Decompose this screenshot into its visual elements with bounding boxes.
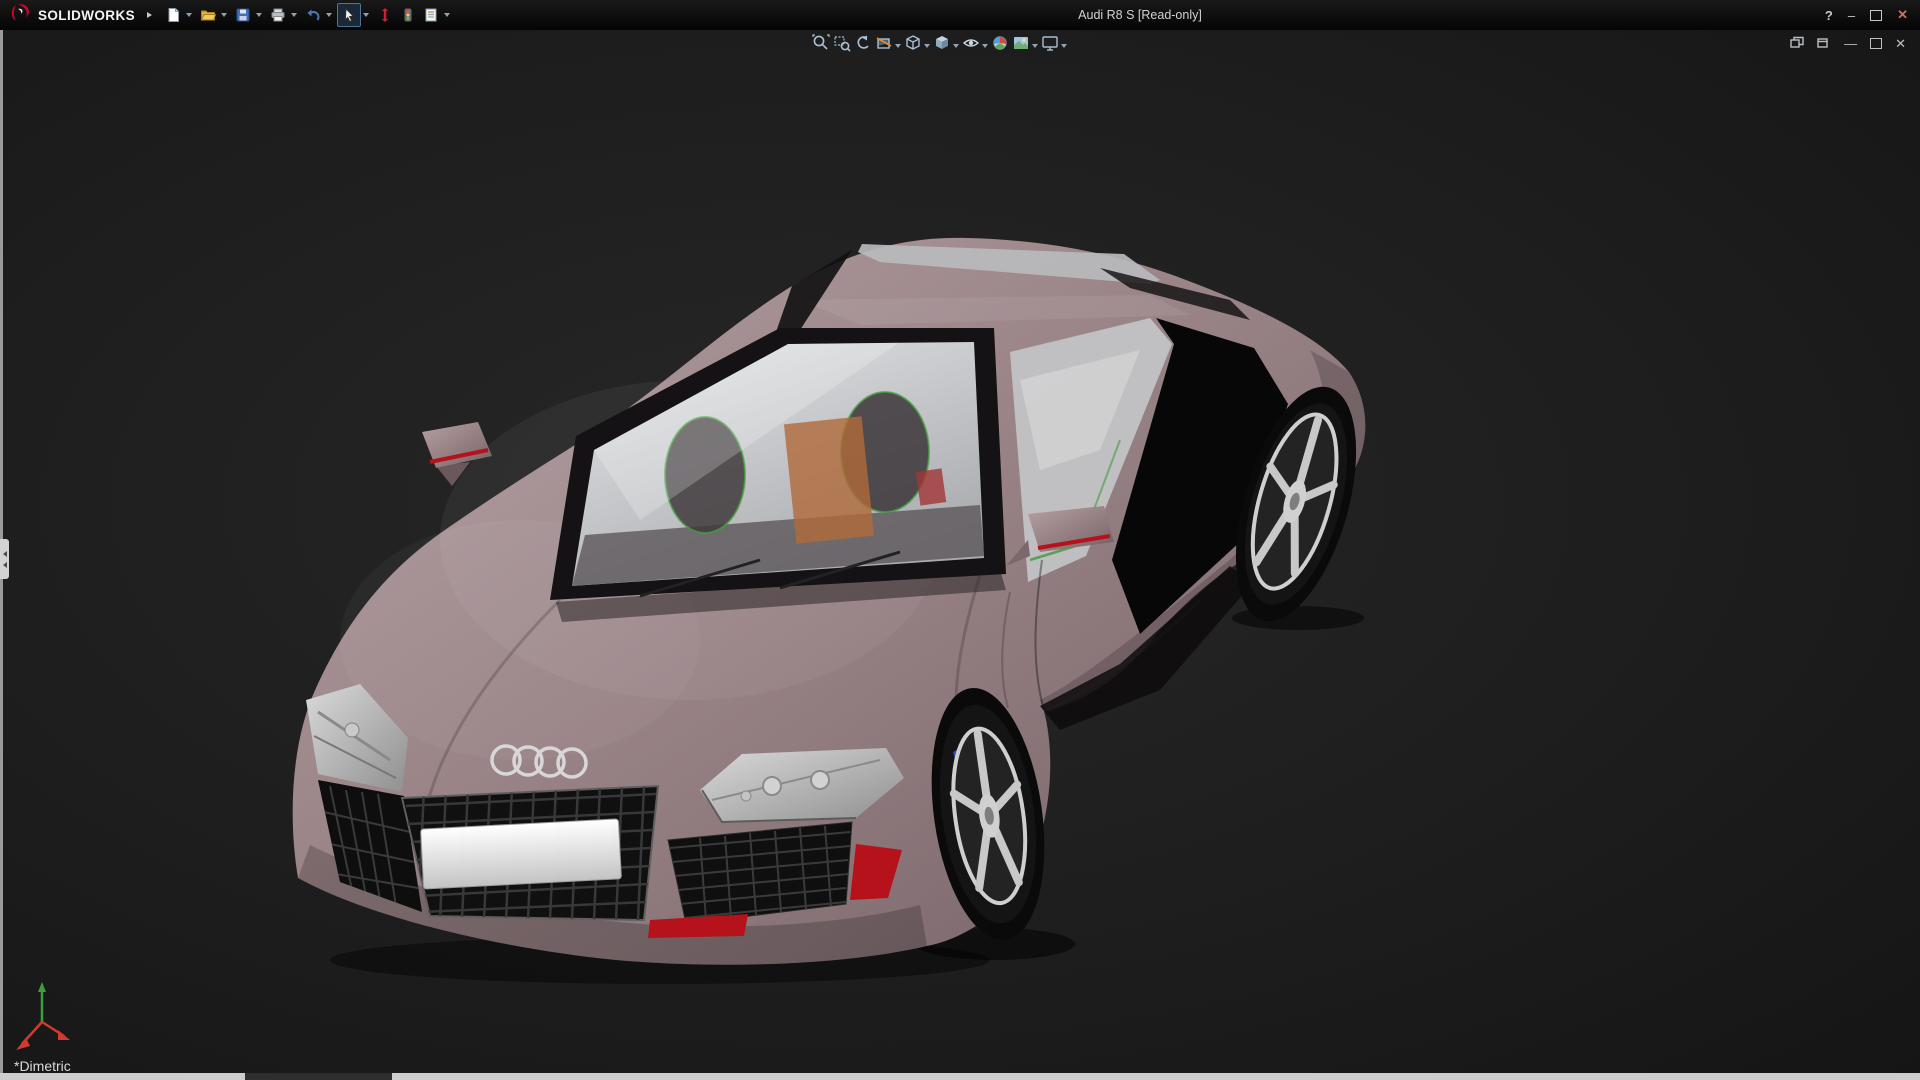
- section-view-icon[interactable]: [875, 34, 893, 57]
- view-settings-icon[interactable]: [1041, 34, 1059, 57]
- solidworks-logo: SOLIDWORKS: [0, 3, 143, 28]
- view-orientation-icon[interactable]: [904, 34, 922, 57]
- display-style-icon[interactable]: [933, 34, 951, 57]
- previous-view-icon[interactable]: [854, 34, 872, 57]
- cascade-windows-icon[interactable]: [1817, 36, 1831, 51]
- apply-scene-icon[interactable]: [1012, 34, 1030, 57]
- file-properties-dropdown-caret[interactable]: [444, 13, 450, 17]
- windshield: [550, 328, 1006, 600]
- save-icon[interactable]: [232, 4, 254, 26]
- front-grille: [402, 786, 658, 920]
- document-window-controls: — ✕: [1790, 36, 1906, 51]
- file-properties-icon[interactable]: [420, 4, 442, 26]
- zoom-to-area-icon[interactable]: [833, 34, 851, 57]
- select-dropdown-caret[interactable]: [363, 13, 369, 17]
- featuremanager-collapsed-tab[interactable]: [0, 539, 9, 579]
- select-icon[interactable]: [337, 3, 361, 27]
- solidworks-wordmark: SOLIDWORKS: [38, 8, 135, 23]
- new-document-icon[interactable]: [162, 4, 184, 26]
- rebuild-icon[interactable]: [397, 4, 419, 26]
- view-orientation-caret[interactable]: [924, 44, 930, 48]
- expand-panel-arrow-icon: [3, 562, 7, 568]
- quick-access-toolbar: [162, 3, 454, 27]
- expand-panel-arrow-icon: [3, 551, 7, 557]
- orientation-triad: [16, 982, 70, 1050]
- taskbar-edge-dark-segment: [245, 1073, 392, 1080]
- document-title: Audi R8 S [Read-only]: [1078, 0, 1202, 30]
- undo-icon[interactable]: [302, 4, 324, 26]
- solidworks-logo-icon: [8, 3, 32, 28]
- model-render: [0, 0, 1920, 1080]
- tile-windows-icon[interactable]: [1790, 36, 1804, 51]
- display-style-caret[interactable]: [953, 44, 959, 48]
- doc-close-button[interactable]: ✕: [1895, 37, 1906, 50]
- license-plate: [421, 819, 622, 889]
- save-dropdown-caret[interactable]: [256, 13, 262, 17]
- headsup-view-toolbar: [812, 34, 1067, 57]
- solidworks-window: SOLIDWORKS: [0, 0, 1920, 1080]
- section-view-caret[interactable]: [895, 44, 901, 48]
- hide-show-items-icon[interactable]: [962, 34, 980, 57]
- new-dropdown-caret[interactable]: [186, 13, 192, 17]
- app-window-controls: ? – ✕: [1825, 0, 1908, 30]
- view-orientation-label: *Dimetric: [14, 1058, 71, 1074]
- help-button[interactable]: ?: [1825, 8, 1833, 23]
- apply-scene-caret[interactable]: [1032, 44, 1038, 48]
- edit-appearance-icon[interactable]: [991, 34, 1009, 57]
- doc-restore-button[interactable]: [1870, 38, 1882, 49]
- view-settings-caret[interactable]: [1061, 44, 1067, 48]
- open-icon[interactable]: [197, 4, 219, 26]
- instant3d-icon[interactable]: [374, 4, 396, 26]
- undo-dropdown-caret[interactable]: [326, 13, 332, 17]
- open-dropdown-caret[interactable]: [221, 13, 227, 17]
- hide-show-items-caret[interactable]: [982, 44, 988, 48]
- print-dropdown-caret[interactable]: [291, 13, 297, 17]
- car-model[interactable]: [293, 238, 1380, 984]
- print-icon[interactable]: [267, 4, 289, 26]
- taskbar-edge[interactable]: [0, 1073, 1920, 1080]
- close-button[interactable]: ✕: [1897, 7, 1908, 23]
- titlebar: SOLIDWORKS: [0, 0, 1920, 30]
- doc-minimize-button[interactable]: —: [1844, 37, 1857, 50]
- zoom-to-fit-icon[interactable]: [812, 34, 830, 57]
- maximize-button[interactable]: [1870, 10, 1882, 21]
- menu-flyout-arrow-icon[interactable]: [147, 12, 152, 18]
- minimize-button[interactable]: –: [1848, 8, 1855, 23]
